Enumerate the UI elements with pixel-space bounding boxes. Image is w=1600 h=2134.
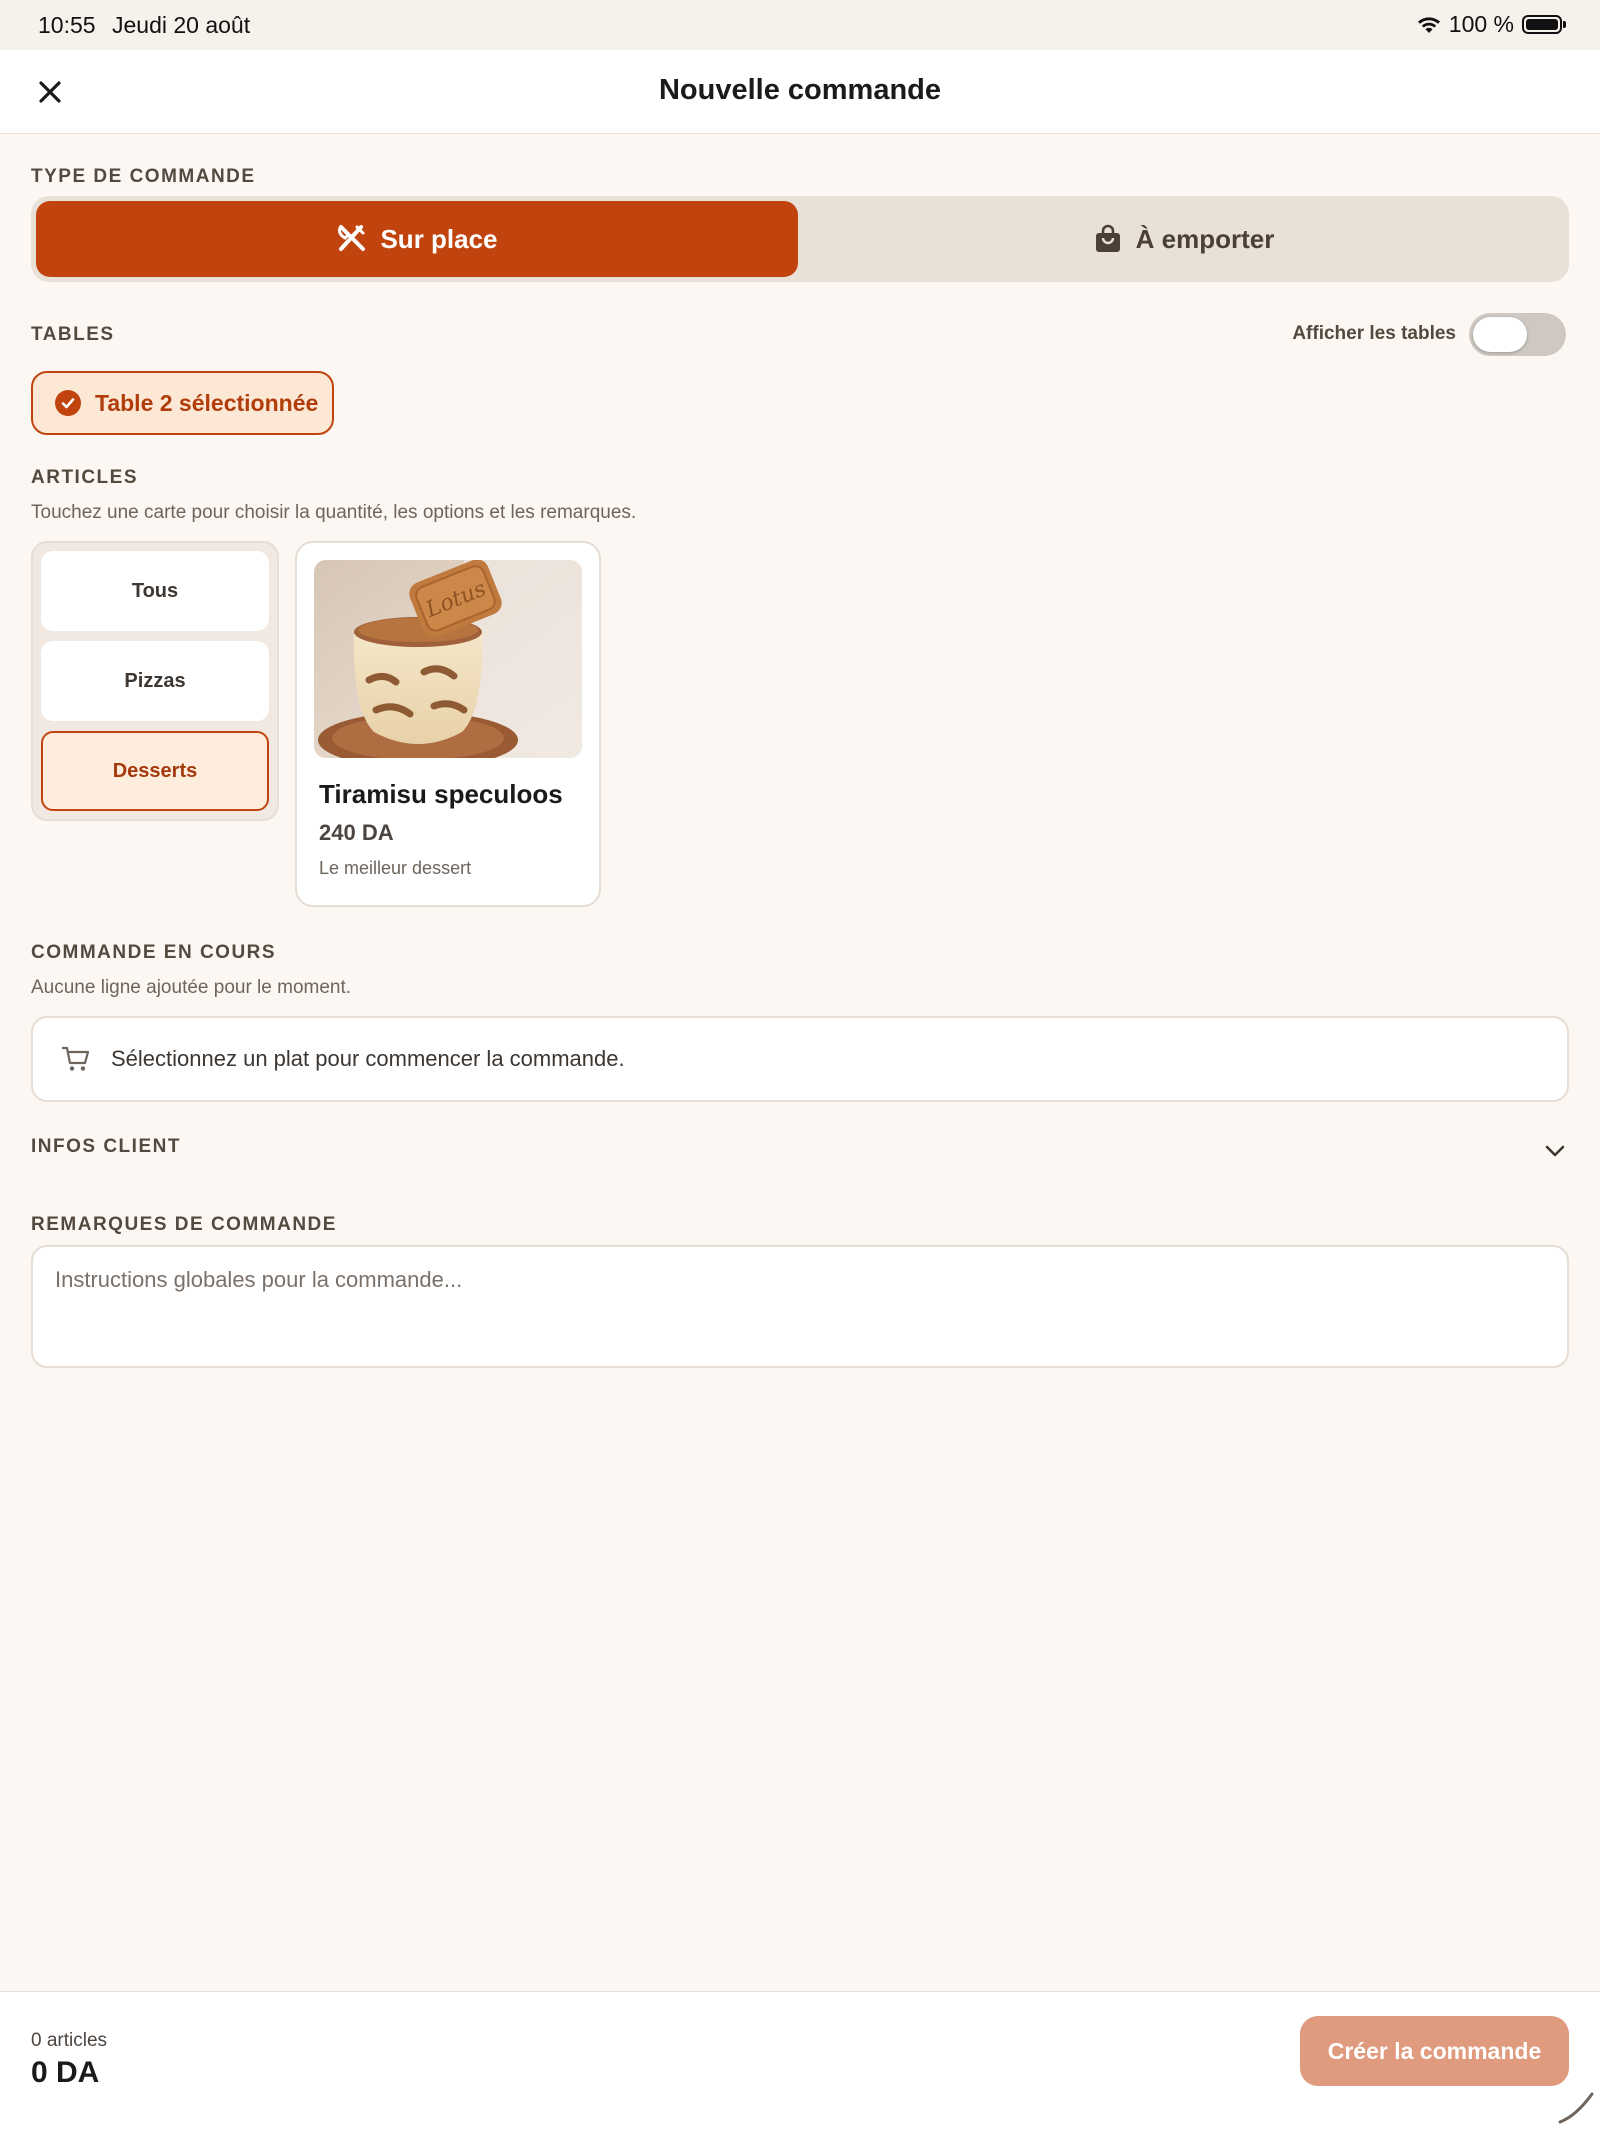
- product-name: Tiramisu speculoos: [319, 779, 563, 809]
- order-type-takeaway-label: À emporter: [1135, 223, 1275, 254]
- current-order-label: COMMANDE EN COURS: [31, 942, 277, 963]
- header: Nouvelle commande: [0, 50, 1600, 134]
- status-bar: 10:55 Jeudi 20 août 100 %: [0, 0, 1600, 50]
- check-icon: [55, 390, 81, 416]
- order-type-label: TYPE DE COMMANDE: [31, 166, 256, 187]
- article-count: 0 articles: [31, 2030, 108, 2051]
- order-remarks-input[interactable]: [31, 1245, 1569, 1368]
- order-type-takeaway[interactable]: À emporter: [803, 201, 1565, 277]
- selected-table-chip[interactable]: Table 2 sélectionnée: [31, 371, 334, 435]
- status-date: Jeudi 20 août: [112, 12, 251, 38]
- battery-icon: [1522, 15, 1566, 34]
- category-pizzas[interactable]: Pizzas: [41, 641, 269, 721]
- category-desserts[interactable]: Desserts: [41, 731, 269, 811]
- order-type-dine-in-label: Sur place: [380, 223, 498, 254]
- status-right: 100 %: [1417, 11, 1566, 38]
- product-card[interactable]: Lotus Tiramisu speculoos 240 DA Le meill…: [295, 541, 601, 907]
- toggle-knob: [1473, 317, 1527, 352]
- product-image: Lotus: [314, 560, 582, 758]
- utensils-icon: [338, 225, 366, 251]
- category-all[interactable]: Tous: [41, 551, 269, 631]
- chevron-down-icon[interactable]: [1541, 1137, 1569, 1165]
- battery-percent: 100 %: [1448, 11, 1514, 37]
- wifi-icon: [1417, 16, 1440, 33]
- cart-icon: [61, 1046, 90, 1071]
- empty-order-box: Sélectionnez un plat pour commencer la c…: [31, 1016, 1569, 1102]
- footer: 0 articles 0 DA Créer la commande: [0, 1991, 1600, 2134]
- tables-label: TABLES: [31, 324, 115, 345]
- show-tables-toggle[interactable]: [1469, 313, 1566, 356]
- articles-label: ARTICLES: [31, 467, 138, 488]
- order-type-segmented: Sur place À emporter: [31, 196, 1569, 282]
- order-type-dine-in[interactable]: Sur place: [36, 201, 798, 277]
- pencil-mark-icon: [1558, 2092, 1594, 2124]
- create-order-button[interactable]: Créer la commande: [1300, 2016, 1569, 2086]
- current-order-hint: Aucune ligne ajoutée pour le moment.: [31, 977, 352, 998]
- order-total: 0 DA: [31, 2056, 100, 2089]
- product-description: Le meilleur dessert: [319, 858, 472, 878]
- client-info-label[interactable]: INFOS CLIENT: [31, 1136, 181, 1158]
- bag-icon: [1095, 224, 1120, 252]
- selected-table-label: Table 2 sélectionnée: [95, 389, 319, 416]
- product-price: 240 DA: [319, 820, 394, 845]
- show-tables-label: Afficher les tables: [1292, 323, 1456, 344]
- category-list: Tous Pizzas Desserts: [31, 541, 279, 821]
- page-title: Nouvelle commande: [658, 74, 942, 106]
- remarks-label: REMARQUES DE COMMANDE: [31, 1214, 337, 1235]
- empty-order-message: Sélectionnez un plat pour commencer la c…: [111, 1046, 625, 1071]
- status-time: 10:55: [38, 12, 96, 38]
- articles-hint: Touchez une carte pour choisir la quanti…: [31, 502, 637, 523]
